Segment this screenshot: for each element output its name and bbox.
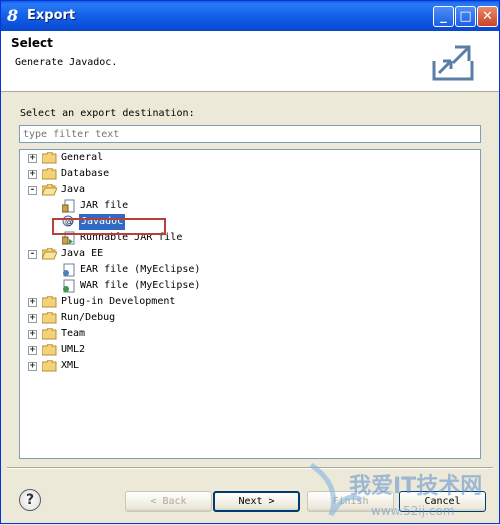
tree-item-label: WAR file (MyEclipse) xyxy=(80,280,201,291)
title-bar[interactable]: 8 Export _ □ ✕ xyxy=(1,1,499,31)
filter-input[interactable] xyxy=(19,125,481,143)
expand-icon[interactable]: + xyxy=(28,346,37,355)
ear-file-icon xyxy=(63,263,75,277)
maximize-button[interactable]: □ xyxy=(455,6,476,27)
collapse-icon[interactable]: - xyxy=(28,186,37,195)
wizard-header: Select Generate Javadoc. xyxy=(1,31,499,92)
watermark-text: 我爱IT技术网 xyxy=(349,474,482,499)
minimize-button[interactable]: _ xyxy=(433,6,454,27)
expand-icon[interactable]: + xyxy=(28,170,37,179)
tree-item-label: Run/Debug xyxy=(61,312,116,323)
collapse-icon[interactable]: - xyxy=(28,250,37,259)
eclipse-app-icon: 8 xyxy=(7,6,19,25)
tree-item-label: Team xyxy=(61,328,86,339)
war-file-icon xyxy=(63,279,75,293)
expand-icon[interactable]: + xyxy=(28,154,37,163)
destination-tree[interactable]: + General + Database - Java JAR file @ J… xyxy=(19,149,481,459)
help-icon[interactable]: ? xyxy=(19,489,41,511)
tree-item-label: XML xyxy=(61,360,80,371)
expand-icon[interactable]: + xyxy=(28,362,37,371)
export-wizard-icon xyxy=(432,45,474,81)
annotation-highlight-box xyxy=(52,218,166,235)
site-watermark-logo: 我爱IT技术网 www.52ij.com xyxy=(309,462,482,518)
open-folder-icon xyxy=(42,184,57,196)
tree-item-label: General xyxy=(61,152,104,163)
tree-item-label: Java xyxy=(61,184,86,195)
expand-icon[interactable]: + xyxy=(28,330,37,339)
next-button[interactable]: Next > xyxy=(213,491,300,512)
expand-icon[interactable]: + xyxy=(28,314,37,323)
tree-item-label: JAR file xyxy=(80,200,129,211)
open-folder-icon xyxy=(42,248,57,260)
export-dialog: 8 Export _ □ ✕ Select Generate Javadoc. … xyxy=(0,0,500,524)
folder-icon xyxy=(42,312,57,324)
folder-icon xyxy=(42,360,57,372)
jar-file-icon xyxy=(62,199,75,213)
expand-icon[interactable]: + xyxy=(28,298,37,307)
tree-item-label: EAR file (MyEclipse) xyxy=(80,264,201,275)
folder-icon xyxy=(42,152,57,164)
page-description: Generate Javadoc. xyxy=(15,57,118,68)
window-title: Export xyxy=(27,8,76,23)
tree-item-label: Plug-in Development xyxy=(61,296,176,307)
close-button[interactable]: ✕ xyxy=(477,6,498,27)
watermark-url: www.52ij.com xyxy=(371,504,455,518)
tree-item-label: Java EE xyxy=(61,248,104,259)
back-button[interactable]: < Back xyxy=(125,491,212,512)
folder-icon xyxy=(42,328,57,340)
folder-icon xyxy=(42,344,57,356)
tree-item-label: UML2 xyxy=(61,344,86,355)
folder-icon xyxy=(42,168,57,180)
tree-item-label: Database xyxy=(61,168,110,179)
page-title: Select xyxy=(11,36,53,50)
folder-icon xyxy=(42,296,57,308)
destination-label: Select an export destination: xyxy=(20,108,195,119)
